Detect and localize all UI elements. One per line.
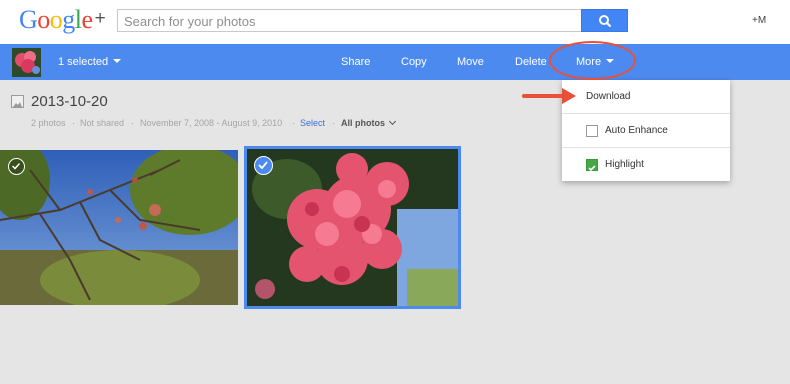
menu-divider — [562, 147, 730, 148]
copy-button[interactable]: Copy — [401, 56, 427, 68]
photo-filter-dropdown[interactable]: All photos — [341, 117, 397, 128]
chevron-down-icon — [388, 117, 397, 126]
highlight-checkbox[interactable] — [586, 159, 598, 172]
meta-separator: · — [292, 118, 295, 128]
profile-link[interactable]: +M — [752, 15, 766, 26]
google-plus-logo[interactable]: Google + — [19, 5, 106, 35]
menu-item-download[interactable]: Download — [586, 91, 726, 102]
share-button[interactable]: Share — [341, 56, 370, 68]
photo-flowers-selected[interactable] — [244, 146, 461, 309]
photo-filter-label: All photos — [341, 118, 385, 128]
delete-button[interactable]: Delete — [515, 56, 547, 68]
photo-select-checkbox-checked[interactable] — [254, 156, 273, 175]
more-dropdown-menu: Download Auto Enhance Highlight — [562, 80, 730, 181]
menu-item-auto-enhance[interactable]: Auto Enhance — [605, 125, 725, 136]
arrow-right-icon — [522, 88, 576, 104]
caret-down-icon — [113, 59, 122, 63]
checkmark-icon — [588, 165, 596, 172]
annotation-circle — [549, 41, 636, 80]
select-link[interactable]: Select — [300, 118, 325, 128]
album-icon — [11, 95, 24, 108]
album-title: 2013-10-20 — [31, 93, 108, 110]
search-input[interactable]: Search for your photos — [117, 9, 581, 32]
checkmark-icon — [11, 162, 21, 170]
date-range: November 7, 2008 - August 9, 2010 — [140, 118, 283, 128]
photo-tree[interactable] — [0, 150, 238, 305]
top-bar: Google + Search for your photos +M — [0, 0, 790, 44]
selected-count-label: 1 selected — [58, 56, 109, 68]
selection-action-bar: 1 selected Share Copy Move Delete More — [0, 44, 790, 80]
logo-plus: + — [94, 8, 106, 29]
selected-count-dropdown[interactable]: 1 selected — [58, 56, 122, 68]
menu-divider — [562, 113, 730, 114]
photo-select-checkbox[interactable] — [8, 158, 25, 175]
search-icon — [599, 15, 612, 28]
logo-text: Google — [19, 5, 93, 34]
menu-item-highlight[interactable]: Highlight — [605, 159, 725, 170]
photo-count: 2 photos — [31, 118, 66, 128]
checkmark-icon — [258, 161, 268, 170]
meta-separator: · — [131, 118, 134, 128]
auto-enhance-checkbox[interactable] — [586, 125, 598, 137]
selected-photo-thumbnail[interactable] — [12, 48, 41, 77]
search-button[interactable] — [581, 9, 628, 32]
move-button[interactable]: Move — [457, 56, 484, 68]
meta-separator: · — [332, 118, 335, 128]
meta-separator: · — [72, 118, 75, 128]
sharing-status: Not shared — [80, 118, 125, 128]
